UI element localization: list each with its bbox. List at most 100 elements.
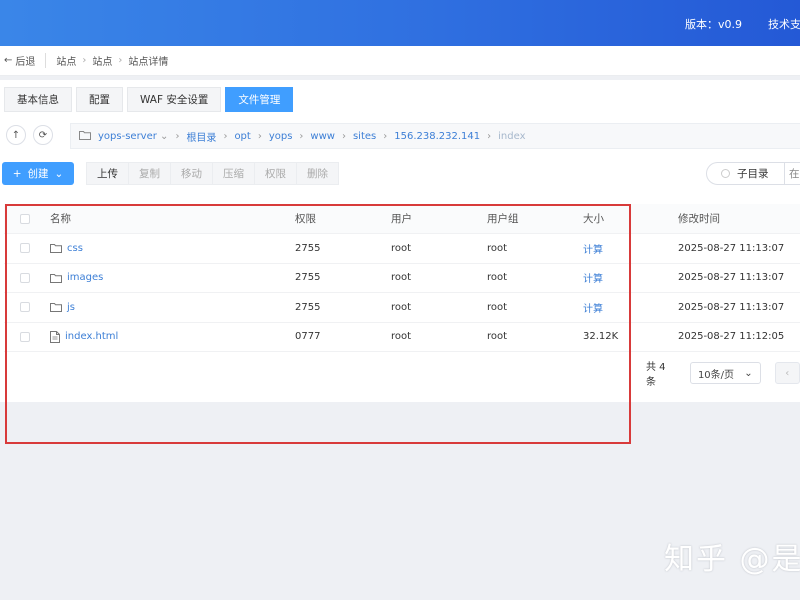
group-cell: root	[487, 301, 508, 313]
back-label: 后退	[15, 57, 36, 68]
host-selector[interactable]: yops-server ⌄	[98, 131, 168, 142]
size-cell: 32.12K	[583, 331, 619, 343]
file-name-link[interactable]: images	[67, 272, 103, 283]
breadcrumb: ← 后退 站点 › 站点 › 站点详情	[0, 46, 800, 76]
path-segment-opt[interactable]: opt	[234, 131, 250, 142]
chevron-right-icon: ›	[118, 55, 123, 66]
file-name-cell: js	[50, 293, 75, 322]
table-row[interactable]: index.html 0777 root root 32.12K 2025-08…	[4, 323, 800, 352]
permission-cell: 2755	[295, 301, 321, 313]
breadcrumb-item-sites-2[interactable]: 站点	[92, 53, 112, 68]
group-cell: root	[487, 242, 508, 254]
user-cell: root	[391, 331, 412, 343]
toggle-knob	[721, 169, 730, 178]
file-name-link[interactable]: css	[67, 243, 83, 254]
support-link[interactable]: 技术支持	[768, 16, 800, 32]
row-checkbox[interactable]	[20, 293, 30, 322]
select-all-checkbox[interactable]	[20, 204, 30, 233]
path-segment-current: index	[498, 130, 526, 142]
chevron-left-icon: ‹	[785, 367, 790, 379]
page-size-value: 10条/页	[697, 369, 735, 381]
prev-page-button[interactable]: ‹	[774, 362, 800, 384]
tab-config[interactable]: 配置	[76, 87, 123, 112]
header-name[interactable]: 名称	[50, 204, 71, 233]
folder-icon	[50, 273, 62, 283]
folder-icon	[50, 243, 62, 254]
path-segment-root[interactable]: 根目录	[186, 129, 216, 144]
chevron-right-icon: ›	[223, 130, 228, 142]
create-label: 创建	[27, 168, 49, 180]
mtime-cell: 2025-08-27 11:13:07	[678, 301, 785, 313]
subdir-toggle[interactable]: 子目录	[706, 162, 786, 185]
path-segment-sites[interactable]: sites	[353, 131, 376, 142]
permission-cell: 2755	[295, 242, 321, 254]
calc-size-link[interactable]: 计算	[583, 293, 603, 322]
top-header: 版本：v0.9 技术支持	[0, 0, 800, 46]
permission-cell: 0777	[295, 331, 321, 343]
extra-toggle-label: 在	[789, 168, 800, 180]
go-up-button[interactable]: ↑	[6, 125, 26, 145]
calc-size-link[interactable]: 计算	[583, 234, 603, 263]
path-segment-yops[interactable]: yops	[269, 131, 293, 142]
file-ops-group: 上传 复制 移动 压缩 权限 删除	[86, 162, 339, 185]
breadcrumb-item-site-detail: 站点详情	[128, 57, 169, 68]
page-size-select[interactable]: 10条/页 ⌄	[689, 362, 761, 384]
subdir-label: 子目录	[737, 168, 769, 180]
tab-waf-settings[interactable]: WAF 安全设置	[127, 87, 222, 112]
header-mtime: 修改时间	[678, 213, 720, 225]
mtime-cell: 2025-08-27 11:13:07	[678, 242, 785, 254]
refresh-icon: ⟳	[38, 129, 48, 141]
mtime-cell: 2025-08-27 11:13:07	[678, 272, 785, 284]
create-button[interactable]: + 创建 ⌄	[2, 162, 74, 185]
path-breadcrumb: yops-server ⌄ › 根目录 › opt › yops › www ›…	[70, 123, 800, 149]
file-name-cell: css	[50, 234, 83, 263]
back-button[interactable]: ← 后退	[4, 53, 47, 68]
tab-file-manager[interactable]: 文件管理	[225, 87, 294, 112]
delete-button[interactable]: 删除	[297, 163, 338, 184]
breadcrumb-item-sites[interactable]: 站点	[56, 53, 76, 68]
copy-button[interactable]: 复制	[129, 163, 171, 184]
file-toolbar: + 创建 ⌄ 上传 复制 移动 压缩 权限 删除 子目录 在	[0, 161, 800, 185]
chevron-right-icon: ›	[487, 130, 492, 142]
move-button[interactable]: 移动	[171, 163, 213, 184]
chevron-right-icon: ›	[257, 130, 262, 142]
user-cell: root	[391, 301, 412, 313]
table-row[interactable]: css 2755 root root 计算 2025-08-27 11:13:0…	[4, 234, 800, 264]
chevron-down-icon: ⌄	[160, 130, 169, 142]
group-cell: root	[487, 331, 508, 343]
path-bar: ↑ ⟳ yops-server ⌄ › 根目录 › opt › yops › w…	[0, 123, 800, 149]
refresh-button[interactable]: ⟳	[33, 125, 53, 145]
header-permission: 权限	[295, 213, 316, 225]
header-group: 用户组	[487, 213, 519, 225]
tab-basic-info[interactable]: 基本信息	[4, 87, 72, 112]
folder-icon	[50, 302, 62, 313]
chevron-right-icon: ›	[82, 55, 87, 66]
calc-size-link[interactable]: 计算	[583, 264, 603, 293]
table-row[interactable]: js 2755 root root 计算 2025-08-27 11:13:07	[4, 293, 800, 323]
row-checkbox[interactable]	[20, 234, 30, 263]
file-name-link[interactable]: index.html	[65, 331, 118, 342]
file-name-link[interactable]: js	[67, 302, 75, 313]
arrow-up-icon: ↑	[11, 129, 21, 141]
table-header: 名称 权限 用户 用户组 大小 修改时间	[4, 204, 800, 234]
chevron-right-icon: ›	[299, 130, 304, 142]
row-checkbox[interactable]	[20, 264, 30, 293]
table-row[interactable]: images 2755 root root 计算 2025-08-27 11:1…	[4, 264, 800, 293]
tab-bar: 基本信息 配置 WAF 安全设置 文件管理	[4, 87, 294, 112]
row-checkbox[interactable]	[20, 323, 30, 352]
extra-toggle[interactable]: 在	[784, 162, 800, 185]
path-segment-ip[interactable]: 156.238.232.141	[394, 131, 480, 142]
permission-cell: 2755	[295, 272, 321, 284]
upload-button[interactable]: 上传	[87, 163, 129, 184]
mtime-cell: 2025-08-27 11:12:05	[678, 331, 785, 343]
group-cell: root	[487, 272, 508, 284]
compress-button[interactable]: 压缩	[213, 163, 255, 184]
path-segment-www[interactable]: www	[310, 131, 335, 142]
chevron-right-icon: ›	[341, 130, 346, 142]
main-panel: 基本信息 配置 WAF 安全设置 文件管理 ↑ ⟳ yops-server ⌄ …	[0, 80, 800, 444]
file-table: 名称 权限 用户 用户组 大小 修改时间 css 2755 root root …	[4, 204, 800, 352]
permission-button[interactable]: 权限	[255, 163, 297, 184]
chevron-down-icon: ⌄	[54, 167, 64, 180]
watermark: 知乎 @是	[664, 542, 800, 577]
file-icon	[50, 330, 60, 343]
